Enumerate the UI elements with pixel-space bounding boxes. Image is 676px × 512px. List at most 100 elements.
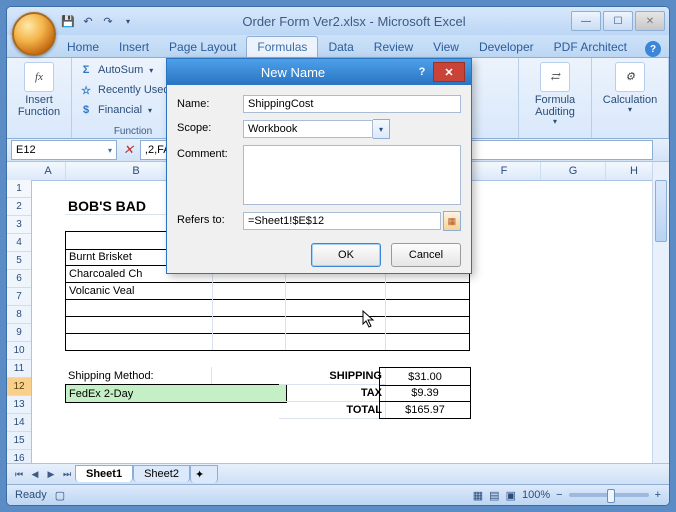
zoom-slider-thumb[interactable] <box>607 489 615 503</box>
name-input[interactable] <box>243 95 461 113</box>
save-icon[interactable]: 💾 <box>59 12 77 30</box>
formula-auditing-button[interactable]: ⇄ Formula Auditing▾ <box>525 60 585 129</box>
row-header-7[interactable]: 7 <box>7 288 31 306</box>
redo-icon[interactable]: ↷ <box>99 12 117 30</box>
cell[interactable]: Volcanic Veal <box>65 282 213 300</box>
first-sheet-icon[interactable]: ⏮ <box>11 467 27 481</box>
ok-button[interactable]: OK <box>311 243 381 267</box>
minimize-button[interactable]: — <box>571 11 601 31</box>
calculation-button[interactable]: ⚙ Calculation▾ <box>598 60 662 117</box>
row-header-9[interactable]: 9 <box>7 324 31 342</box>
name-box[interactable]: E12 ▾ <box>11 140 117 160</box>
row-header-11[interactable]: 11 <box>7 360 31 378</box>
scrollbar-thumb[interactable] <box>655 180 667 242</box>
sheet-tab-sheet1[interactable]: Sheet1 <box>75 465 133 482</box>
scope-select[interactable] <box>243 120 373 138</box>
row-header-16[interactable]: 16 <box>7 450 31 463</box>
qat-dropdown-icon[interactable]: ▾ <box>119 12 137 30</box>
range-picker-icon[interactable]: ▦ <box>443 211 461 231</box>
tab-page-layout[interactable]: Page Layout <box>159 37 246 57</box>
comment-textarea[interactable] <box>243 145 461 205</box>
cell[interactable]: Shipping Method: <box>65 367 212 385</box>
cancel-formula-icon[interactable]: ✕ <box>123 142 134 158</box>
col-header-F[interactable]: F <box>468 162 541 180</box>
cell[interactable] <box>279 333 386 351</box>
view-normal-icon[interactable]: ▦ <box>473 489 483 502</box>
zoom-in-icon[interactable]: + <box>655 489 661 501</box>
cell[interactable]: FedEx 2-Day <box>65 384 287 403</box>
cell[interactable]: $9.39 <box>379 384 471 402</box>
dialog-help-icon[interactable]: ? <box>413 63 431 81</box>
name-box-value: E12 <box>16 144 36 156</box>
recent-label: Recently Used <box>98 84 170 96</box>
zoom-out-icon[interactable]: − <box>556 489 562 501</box>
zoom-level[interactable]: 100% <box>522 489 550 501</box>
cell[interactable] <box>379 282 470 300</box>
prev-sheet-icon[interactable]: ◀ <box>27 467 43 481</box>
tab-developer[interactable]: Developer <box>469 37 544 57</box>
cell[interactable]: TOTAL <box>279 401 386 419</box>
undo-icon[interactable]: ↶ <box>79 12 97 30</box>
cell[interactable] <box>279 299 386 317</box>
cell[interactable]: SHIPPING <box>279 367 386 385</box>
cell[interactable] <box>279 282 386 300</box>
tab-formulas[interactable]: Formulas <box>246 36 318 57</box>
next-sheet-icon[interactable]: ▶ <box>43 467 59 481</box>
tab-view[interactable]: View <box>423 37 469 57</box>
cell[interactable] <box>379 316 470 334</box>
cell[interactable] <box>279 316 386 334</box>
row-header-10[interactable]: 10 <box>7 342 31 360</box>
row-header-13[interactable]: 13 <box>7 396 31 414</box>
cell[interactable]: TAX <box>279 384 386 402</box>
tab-home[interactable]: Home <box>57 37 109 57</box>
auditing-icon: ⇄ <box>540 62 570 92</box>
cell[interactable] <box>379 333 470 351</box>
insert-function-button[interactable]: fx Insert Function <box>13 60 65 120</box>
new-sheet-button[interactable]: ✦ <box>190 465 218 483</box>
sheet-tab-sheet2[interactable]: Sheet2 <box>133 465 190 482</box>
tab-pdf-architect[interactable]: PDF Architect <box>544 37 637 57</box>
row-header-8[interactable]: 8 <box>7 306 31 324</box>
cell[interactable] <box>65 299 213 317</box>
vertical-scrollbar[interactable] <box>652 162 669 463</box>
zoom-slider[interactable] <box>569 493 649 497</box>
row-header-6[interactable]: 6 <box>7 270 31 288</box>
cell[interactable] <box>65 316 213 334</box>
col-header-A[interactable]: A <box>31 162 66 180</box>
office-button[interactable] <box>12 12 56 56</box>
help-icon[interactable]: ? <box>645 41 661 57</box>
row-header-1[interactable]: 1 <box>7 180 31 198</box>
row-header-12[interactable]: 12 <box>7 378 31 396</box>
close-button[interactable]: ✕ <box>635 11 665 31</box>
col-header-G[interactable]: G <box>541 162 606 180</box>
refers-to-label: Refers to: <box>177 211 237 226</box>
dialog-titlebar[interactable]: New Name ? ✕ <box>167 59 471 85</box>
name-box-dropdown-icon[interactable]: ▾ <box>108 146 112 155</box>
scope-dropdown-icon[interactable]: ▾ <box>373 119 390 139</box>
select-all-corner[interactable] <box>7 162 32 181</box>
refers-to-input[interactable] <box>243 212 441 230</box>
cell[interactable] <box>205 282 286 300</box>
maximize-button[interactable]: ☐ <box>603 11 633 31</box>
view-layout-icon[interactable]: ▤ <box>489 489 499 502</box>
cell[interactable]: $165.97 <box>379 401 471 419</box>
row-header-3[interactable]: 3 <box>7 216 31 234</box>
row-header-2[interactable]: 2 <box>7 198 31 216</box>
cell[interactable] <box>205 316 286 334</box>
row-header-5[interactable]: 5 <box>7 252 31 270</box>
tab-data[interactable]: Data <box>318 37 363 57</box>
cancel-button[interactable]: Cancel <box>391 243 461 267</box>
cell[interactable] <box>205 333 286 351</box>
row-header-14[interactable]: 14 <box>7 414 31 432</box>
cell[interactable] <box>205 299 286 317</box>
tab-review[interactable]: Review <box>364 37 423 57</box>
row-header-15[interactable]: 15 <box>7 432 31 450</box>
tab-insert[interactable]: Insert <box>109 37 159 57</box>
cell[interactable] <box>65 333 213 351</box>
dialog-close-icon[interactable]: ✕ <box>433 62 465 82</box>
macro-record-icon[interactable]: ▢ <box>55 489 65 502</box>
row-header-4[interactable]: 4 <box>7 234 31 252</box>
last-sheet-icon[interactable]: ⏭ <box>59 467 75 481</box>
cell[interactable] <box>379 299 470 317</box>
view-pagebreak-icon[interactable]: ▣ <box>506 489 516 502</box>
